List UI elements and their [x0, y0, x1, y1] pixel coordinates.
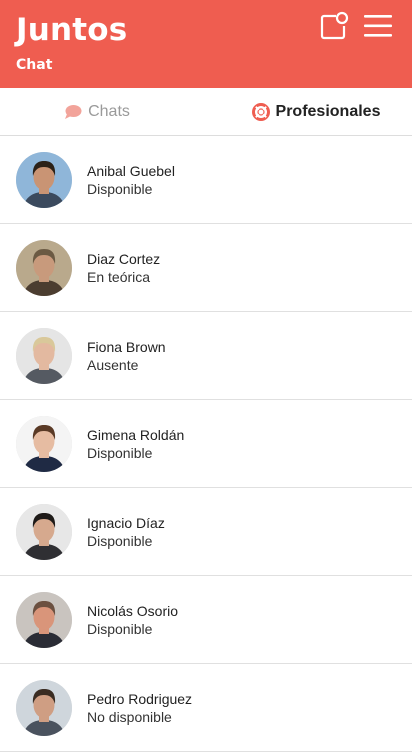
profile-photo	[16, 328, 72, 384]
app-header: Juntos Chat	[0, 0, 412, 88]
contact-status: No disponible	[87, 709, 172, 725]
new-chat-icon	[320, 11, 349, 40]
avatar	[16, 416, 72, 472]
avatar	[16, 504, 72, 560]
contact-status: Disponible	[87, 181, 153, 197]
page-subtitle: Chat	[16, 57, 53, 73]
contact-name: Pedro Rodriguez	[87, 691, 193, 707]
contact-status: Ausente	[87, 357, 139, 373]
new-chat-button[interactable]	[318, 10, 350, 42]
tab-bar: Chats Profesionales	[0, 88, 412, 136]
contact-name: Diaz Cortez	[87, 251, 161, 267]
contact-row[interactable]: Anibal Guebel Disponible	[0, 136, 412, 224]
tab-chats-label: Chats	[88, 103, 130, 120]
tab-profesionales-label: Profesionales	[275, 103, 381, 120]
contact-row[interactable]: Ignacio Díaz Disponible	[0, 488, 412, 576]
avatar	[16, 152, 72, 208]
contact-row[interactable]: Nicolás Osorio Disponible	[0, 576, 412, 664]
contact-status: Disponible	[87, 445, 153, 461]
contact-name: Gimena Roldán	[87, 427, 185, 443]
professionals-list: Anibal Guebel Disponible Diaz Cortez En teó…	[0, 136, 412, 752]
avatar	[16, 680, 72, 736]
contact-row[interactable]: Pedro Rodriguez No disponible	[0, 664, 412, 752]
contact-name: Nicolás Osorio	[87, 603, 179, 619]
contact-row[interactable]: Gimena Roldán Disponible	[0, 400, 412, 488]
contact-name: Ignacio Díaz	[87, 515, 165, 531]
tab-chats[interactable]: Chats	[0, 88, 206, 136]
avatar	[16, 592, 72, 648]
lifebuoy-icon	[251, 103, 270, 121]
contact-row[interactable]: Fiona Brown Ausente	[0, 312, 412, 400]
profile-photo	[16, 152, 72, 208]
profile-photo	[16, 240, 72, 296]
avatar	[16, 328, 72, 384]
tab-profesionales[interactable]: Profesionales	[206, 88, 412, 136]
profile-photo	[16, 416, 72, 472]
profile-photo	[16, 680, 72, 736]
chat-bubble-icon	[65, 105, 82, 119]
app-title: Juntos	[16, 12, 128, 48]
contact-name: Fiona Brown	[87, 339, 166, 355]
contact-row[interactable]: Diaz Cortez En teórica	[0, 224, 412, 312]
menu-button[interactable]	[362, 10, 394, 42]
hamburger-menu-icon	[364, 15, 392, 37]
contact-status: Disponible	[87, 533, 153, 549]
contact-name: Anibal Guebel	[87, 163, 175, 179]
contact-status: Disponible	[87, 621, 153, 637]
profile-photo	[16, 592, 72, 648]
contact-status: En teórica	[87, 269, 151, 285]
avatar	[16, 240, 72, 296]
profile-photo	[16, 504, 72, 560]
